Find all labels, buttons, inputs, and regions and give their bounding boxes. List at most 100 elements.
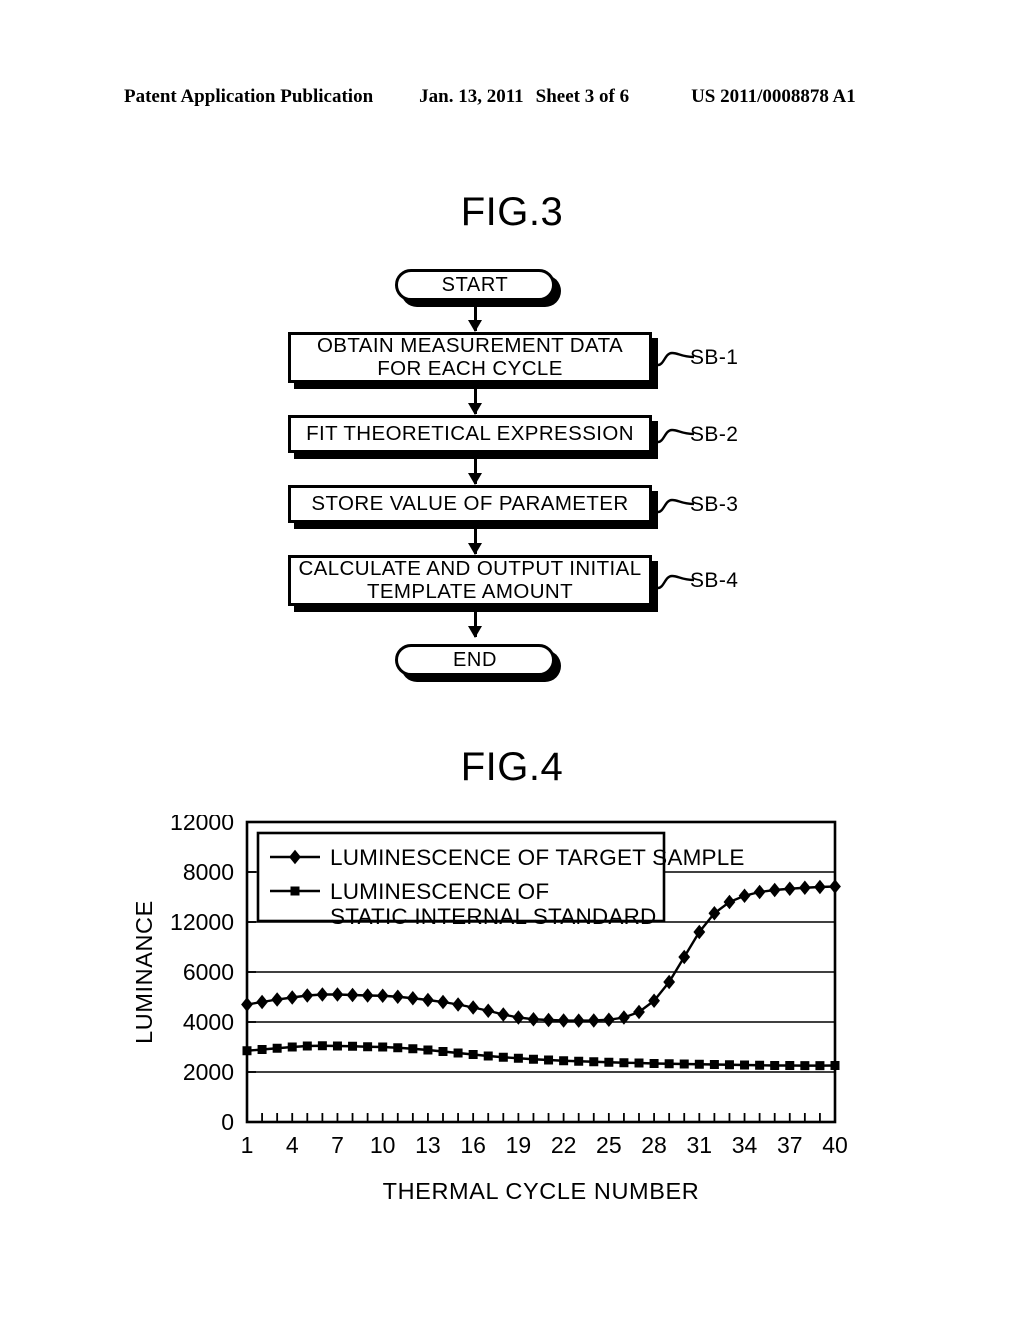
data-point-square bbox=[664, 1059, 674, 1069]
header-sheet: Sheet 3 of 6 bbox=[535, 86, 630, 107]
sb4-box[interactable]: CALCULATE AND OUTPUT INITIAL TEMPLATE AM… bbox=[288, 555, 652, 606]
page-header: Patent Application Publication Jan. 13, … bbox=[124, 86, 914, 112]
chart-canvas: 12000 8000 12000 6000 4000 2000 0 1 4 7 10 13 16 19 2… bbox=[131, 815, 848, 1204]
y-tick-label: 8000 bbox=[183, 859, 234, 885]
data-point-diamond bbox=[798, 880, 811, 895]
x-tick-label: 31 bbox=[687, 1132, 713, 1158]
chart-y-tick-labels: 12000 8000 12000 6000 4000 2000 0 bbox=[170, 815, 234, 1135]
data-point-diamond bbox=[783, 881, 796, 896]
data-point-diamond bbox=[452, 997, 464, 1012]
data-point-square bbox=[468, 1050, 478, 1059]
y-tick-label: 6000 bbox=[183, 959, 234, 985]
data-point-square bbox=[740, 1060, 750, 1070]
data-point-diamond bbox=[753, 884, 766, 900]
data-point-square bbox=[378, 1042, 388, 1052]
sb3-box-label: STORE VALUE OF PARAMETER bbox=[311, 491, 629, 515]
data-point-diamond bbox=[542, 1012, 555, 1028]
sb1-box-label: OBTAIN MEASUREMENT DATA FOR EACH CYCLE bbox=[316, 333, 624, 381]
data-point-square bbox=[634, 1058, 644, 1068]
data-point-square bbox=[528, 1054, 538, 1064]
y-tick-label: 0 bbox=[221, 1109, 234, 1135]
data-point-diamond bbox=[557, 1013, 570, 1028]
data-point-diamond bbox=[482, 1003, 495, 1018]
x-tick-label: 16 bbox=[460, 1132, 486, 1158]
data-point-diamond bbox=[527, 1012, 540, 1027]
x-axis-title: THERMAL CYCLE NUMBER bbox=[383, 1178, 700, 1204]
data-point-square bbox=[453, 1048, 463, 1058]
start-node[interactable]: START bbox=[395, 269, 555, 301]
data-point-square bbox=[257, 1045, 267, 1054]
chart-x-tick-labels: 1 4 7 10 13 16 19 22 25 28 31 34 37 40 bbox=[241, 1132, 848, 1158]
data-point-diamond bbox=[602, 1012, 615, 1027]
data-point-diamond bbox=[346, 987, 359, 1003]
data-point-square bbox=[498, 1052, 508, 1062]
sb2-step-label: SB-2 bbox=[690, 423, 739, 446]
data-point-diamond bbox=[286, 990, 299, 1005]
x-tick-label: 28 bbox=[641, 1132, 667, 1158]
data-point-square bbox=[815, 1061, 825, 1071]
data-point-square bbox=[302, 1041, 312, 1051]
data-point-square bbox=[619, 1058, 629, 1068]
data-point-square bbox=[589, 1057, 599, 1067]
legend-label-1: LUMINESCENCE OF TARGET SAMPLE bbox=[330, 845, 745, 870]
header-patent-number: US 2011/0008878 A1 bbox=[691, 86, 856, 107]
sb3-box[interactable]: STORE VALUE OF PARAMETER bbox=[288, 485, 652, 523]
sb1-box[interactable]: OBTAIN MEASUREMENT DATA FOR EACH CYCLE bbox=[288, 332, 652, 383]
data-point-diamond bbox=[271, 992, 284, 1007]
data-point-square bbox=[679, 1059, 689, 1069]
data-point-diamond bbox=[814, 879, 826, 895]
connector-sb2-to-sb3 bbox=[473, 459, 477, 484]
data-point-diamond bbox=[633, 1004, 645, 1020]
data-point-square bbox=[770, 1061, 780, 1070]
legend-marker-square bbox=[290, 886, 300, 896]
data-point-square bbox=[544, 1055, 554, 1065]
y-axis-title: LUMINANCE bbox=[131, 900, 157, 1044]
sb1-line-1: OBTAIN MEASUREMENT DATA bbox=[316, 333, 624, 357]
data-point-square bbox=[724, 1060, 734, 1070]
chart-legend: LUMINESCENCE OF TARGET SAMPLELUMINESCENC… bbox=[256, 831, 745, 929]
data-point-square bbox=[604, 1057, 614, 1067]
fig3-flowchart: START OBTAIN MEASUREMENT DATA FOR EACH C… bbox=[0, 262, 1024, 682]
data-point-square bbox=[559, 1056, 569, 1066]
data-point-square bbox=[709, 1060, 719, 1069]
data-point-square bbox=[513, 1053, 523, 1063]
data-point-diamond bbox=[256, 994, 268, 1010]
connector-sb3-to-sb4 bbox=[473, 529, 477, 554]
data-point-square bbox=[242, 1046, 252, 1056]
data-point-diamond bbox=[738, 888, 751, 903]
x-tick-label: 19 bbox=[506, 1132, 532, 1158]
x-tick-label: 25 bbox=[596, 1132, 622, 1158]
data-point-diamond bbox=[316, 987, 329, 1002]
fig4-title: FIG.4 bbox=[460, 745, 564, 789]
sb3-step-label: SB-3 bbox=[690, 493, 739, 516]
data-point-square bbox=[363, 1042, 373, 1052]
end-node[interactable]: END bbox=[395, 644, 555, 676]
data-point-square bbox=[574, 1056, 584, 1066]
data-point-diamond bbox=[241, 997, 253, 1012]
data-point-diamond bbox=[587, 1013, 600, 1028]
x-tick-label: 10 bbox=[370, 1132, 396, 1158]
data-point-diamond bbox=[437, 994, 449, 1010]
sb2-box-label: FIT THEORETICAL EXPRESSION bbox=[306, 421, 634, 445]
fig3-title: FIG.3 bbox=[460, 190, 564, 234]
data-point-diamond bbox=[331, 987, 344, 1002]
data-point-square bbox=[272, 1043, 282, 1053]
data-point-square bbox=[438, 1047, 448, 1056]
connector-sb4-to-end bbox=[473, 612, 477, 637]
data-point-diamond bbox=[361, 988, 374, 1003]
sb4-step-label: SB-4 bbox=[690, 569, 739, 592]
data-point-square bbox=[800, 1061, 810, 1071]
data-point-diamond bbox=[723, 894, 736, 910]
data-point-square bbox=[348, 1041, 358, 1051]
x-tick-label: 34 bbox=[732, 1132, 758, 1158]
data-point-diamond bbox=[768, 882, 781, 898]
data-point-diamond bbox=[301, 988, 314, 1003]
y-tick-label: 2000 bbox=[183, 1059, 234, 1085]
x-tick-label: 7 bbox=[331, 1132, 344, 1158]
x-tick-label: 13 bbox=[415, 1132, 441, 1158]
sb1-line-2: FOR EACH CYCLE bbox=[377, 356, 563, 380]
x-tick-label: 37 bbox=[777, 1132, 803, 1158]
sb2-box[interactable]: FIT THEORETICAL EXPRESSION bbox=[288, 415, 652, 453]
connector-start-to-sb1 bbox=[473, 307, 477, 331]
fig4-chart: 12000 8000 12000 6000 4000 2000 0 1 4 7 10 13 16 19 2… bbox=[0, 815, 1024, 1235]
